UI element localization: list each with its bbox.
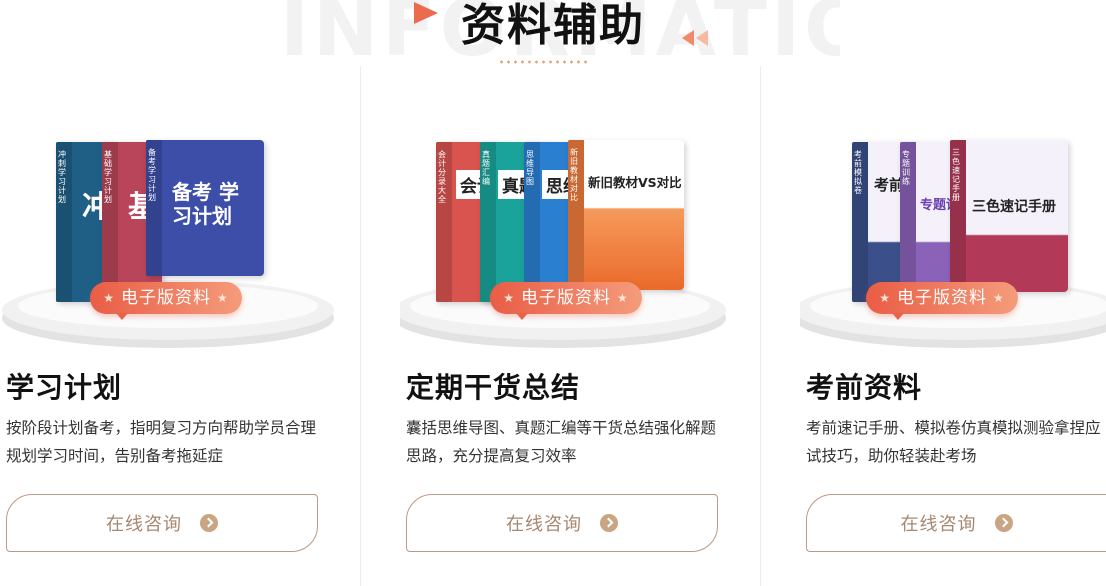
- card-title: 考前资料: [806, 371, 923, 404]
- ebook-badge: ★ 电子版资料 ★: [490, 282, 642, 320]
- card-summary: 会计分录大全 会计 真题汇编 真题 思维导图 思维 新旧教材对比 新旧教材VS对…: [400, 0, 760, 586]
- column-divider: [760, 66, 761, 586]
- online-consult-button[interactable]: 在线咨询: [806, 494, 1106, 552]
- card-description: 囊括思维导图、真题汇编等干货总结强化解题思路，充分提高复习效率: [406, 419, 717, 465]
- book-cover: 备考学习计划 备考 学习计划: [146, 140, 264, 276]
- card-description: 考前速记手册、模拟卷仿真模拟测验拿捏应试技巧，助你轻装赴考场: [806, 419, 1101, 465]
- card-title: 学习计划: [6, 371, 123, 404]
- card-title: 定期干货总结: [406, 371, 581, 404]
- arrow-right-circle-icon: [200, 514, 218, 532]
- ebook-badge: ★ 电子版资料 ★: [90, 282, 242, 320]
- card-pre-exam: 考前模拟卷 考前 专题训练 专题训 三色速记手册 三色速记手册 ★ 电子版资料 ★ …: [800, 0, 1106, 586]
- arrow-right-circle-icon: [600, 514, 618, 532]
- column-divider: [360, 66, 361, 586]
- online-consult-button[interactable]: 在线咨询: [6, 494, 318, 552]
- star-icon: ★: [217, 291, 229, 305]
- star-icon: ★: [879, 291, 891, 305]
- online-consult-button[interactable]: 在线咨询: [406, 494, 718, 552]
- card-study-plan: 冲刺学习计划 冲 基础学习计划 基 备考学习计划 备考 学习计划 ★ 电子版资料 ★…: [0, 0, 360, 586]
- star-icon: ★: [503, 291, 515, 305]
- arrow-right-circle-icon: [994, 514, 1013, 532]
- book-cover: 三色速记手册 三色速记手册: [950, 140, 1068, 292]
- book-cover: 新旧教材对比 新旧教材VS对比: [568, 140, 684, 290]
- star-icon: ★: [617, 291, 629, 305]
- card-description: 按阶段计划备考，指明复习方向帮助学员合理规划学习时间，告别备考拖延症: [6, 419, 317, 465]
- star-icon: ★: [993, 291, 1005, 305]
- ebook-badge: ★ 电子版资料 ★: [866, 282, 1018, 320]
- star-icon: ★: [103, 291, 115, 305]
